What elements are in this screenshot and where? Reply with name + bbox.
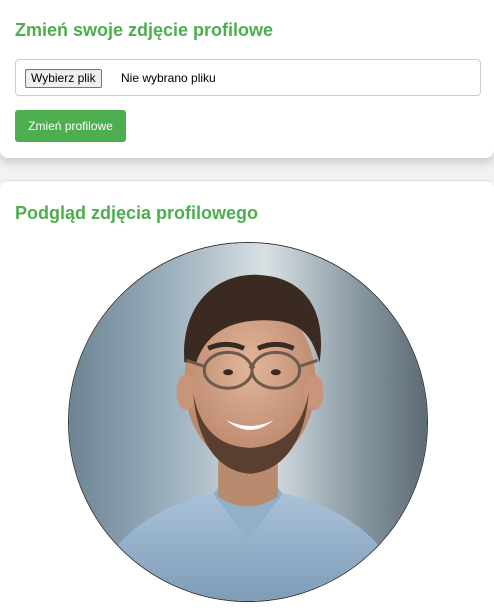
file-status-text: Nie wybrano pliku	[121, 71, 216, 85]
profile-photo-image	[69, 243, 427, 601]
profile-photo-preview	[68, 242, 428, 602]
choose-file-button[interactable]: Wybierz plik	[25, 69, 102, 88]
upload-card: Zmień swoje zdjęcie profilowe Wybierz pl…	[0, 0, 494, 158]
preview-card: Podgląd zdjęcia profilowego	[0, 180, 494, 613]
upload-title: Zmień swoje zdjęcie profilowe	[15, 20, 274, 40]
file-input[interactable]: Wybierz plik Nie wybrano pliku	[15, 59, 481, 96]
change-profile-button[interactable]: Zmień profilowe	[15, 110, 126, 142]
preview-title: Podgląd zdjęcia profilowego	[15, 203, 259, 223]
